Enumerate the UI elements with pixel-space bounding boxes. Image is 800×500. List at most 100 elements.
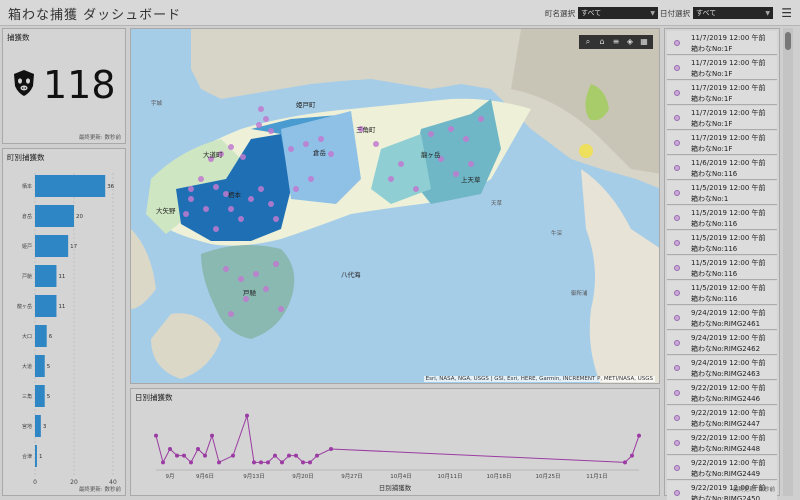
data-point: [175, 453, 179, 458]
bar: [35, 385, 45, 407]
boar-shield-icon: [14, 70, 34, 96]
date-filter[interactable]: 日付選択 すべて ▼: [660, 7, 773, 19]
data-point: [189, 460, 193, 465]
list-item-trap: 箱わなNo:116: [691, 220, 738, 228]
x-tick-label: 10月11日: [438, 473, 463, 480]
x-tick-label: 10月4日: [390, 473, 412, 480]
map-panel[interactable]: 姫戸町 大道町 栖本 倉岳 龍ヶ岳 上天草 大矢野 三角町 宇城 八代海 戸馳 …: [130, 28, 660, 384]
list-item[interactable]: 11/7/2019 12:00 午前 箱わなNo:1F: [667, 131, 777, 155]
trap-point-icon: [674, 65, 680, 71]
map-label: 牛深: [551, 231, 563, 237]
list-item[interactable]: 9/24/2019 12:00 午前 箱わなNo:RIMG2463: [667, 356, 777, 380]
town-filter-label: 町名選択: [545, 8, 575, 18]
list-item-date: 9/22/2019 12:00 午前: [691, 384, 766, 392]
list-item[interactable]: 9/22/2019 12:00 午前 箱わなNo:RIMG2447: [667, 406, 777, 430]
list-item[interactable]: 9/24/2019 12:00 午前 箱わなNo:RIMG2461: [667, 306, 777, 330]
list-item-trap: 箱わなNo:RIMG2450: [691, 495, 761, 500]
category-label: 戸馳: [22, 273, 32, 280]
map-toolbar: ⌕ ⌂ ≡ ◈ ▦: [579, 35, 653, 49]
date-filter-label: 日付選択: [660, 8, 690, 18]
data-point: [273, 453, 277, 458]
list-item-trap: 箱わなNo:1F: [691, 145, 733, 153]
map-attribution: Esri, NASA, NGA, USGS | GSI, Esri, HERE,…: [423, 376, 655, 382]
x-tick-label: 0: [33, 479, 37, 486]
data-point: [210, 433, 214, 438]
list-item[interactable]: 11/6/2019 12:00 午前 箱わなNo:116: [667, 156, 777, 180]
list-item[interactable]: 9/22/2019 12:00 午前 箱わなNo:RIMG2446: [667, 381, 777, 405]
x-tick-label: 10月25日: [536, 473, 561, 480]
app-title: 箱わな捕獲 ダッシュボード: [8, 8, 182, 23]
data-point: [252, 460, 256, 465]
list-item-trap: 箱わなNo:116: [691, 245, 738, 253]
map-canvas[interactable]: [131, 29, 660, 384]
town-chart-panel: 町別捕獲数 0 20 40 栖本 36 倉岳 20 姫戸 17 戸馳 11 龍ヶ岳 11 大口 6 大道 5 三角…: [2, 148, 126, 496]
map-label: 八代海: [341, 271, 361, 279]
list-item-date: 11/6/2019 12:00 午前: [691, 159, 766, 167]
list-item[interactable]: 9/24/2019 12:00 午前 箱わなNo:RIMG2462: [667, 331, 777, 355]
list-item[interactable]: 11/5/2019 12:00 午前 箱わなNo:116: [667, 206, 777, 230]
list-item-date: 11/7/2019 12:00 午前: [691, 84, 766, 92]
layers-icon[interactable]: ◈: [624, 37, 636, 47]
data-point: [287, 453, 291, 458]
data-point: [231, 453, 235, 458]
list-item-trap: 箱わなNo:1F: [691, 70, 733, 78]
map-label: 栖本: [228, 191, 241, 199]
scrollbar-thumb[interactable]: [785, 32, 791, 50]
trap-point-icon: [674, 365, 680, 371]
kpi-panel: 捕獲数 118 最終更新: 数秒前: [2, 28, 126, 144]
trap-point-icon: [674, 190, 680, 196]
list-item-date: 9/22/2019 12:00 午前: [691, 434, 766, 442]
list-item[interactable]: 11/7/2019 12:00 午前 箱わなNo:1F: [667, 31, 777, 55]
trap-point-icon: [674, 140, 680, 146]
town-filter-value: すべて: [581, 9, 602, 17]
bar: [35, 235, 69, 257]
home-icon[interactable]: ⌂: [596, 37, 608, 47]
trap-point-icon: [674, 390, 680, 396]
list-item-trap: 箱わなNo:RIMG2447: [691, 420, 761, 428]
list-item[interactable]: 11/5/2019 12:00 午前 箱わなNo:116: [667, 256, 777, 280]
list-item[interactable]: 9/22/2019 12:00 午前 箱わなNo:RIMG2448: [667, 431, 777, 455]
list-item[interactable]: 9/22/2019 12:00 午前 箱わなNo:RIMG2449: [667, 456, 777, 480]
recent-captures-list: 11/7/2019 12:00 午前 箱わなNo:1F 11/7/2019 12:0…: [664, 28, 780, 500]
bar: [35, 295, 57, 317]
search-icon[interactable]: ⌕: [582, 37, 594, 47]
daily-line-chart: 9月 9月6日 9月13日 9月20日 9月27日 10月4日 10月11日 10月18日 10…: [154, 413, 641, 480]
list-icon[interactable]: ≡: [610, 37, 622, 47]
map-label: 三角町: [356, 126, 376, 134]
data-point: [308, 460, 312, 465]
list-item[interactable]: 11/7/2019 12:00 午前 箱わなNo:1F: [667, 106, 777, 130]
trap-point-icon: [674, 415, 680, 421]
x-tick-label: 9月6日: [196, 473, 214, 480]
list-item[interactable]: 11/5/2019 12:00 午前 箱わなNo:116: [667, 281, 777, 305]
list-item[interactable]: 11/7/2019 12:00 午前 箱わなNo:1F: [667, 56, 777, 80]
map-label: 戸馳: [243, 289, 256, 297]
list-item-date: 9/24/2019 12:00 午前: [691, 334, 766, 342]
menu-icon[interactable]: ☰: [781, 6, 792, 20]
x-tick-label: 20: [70, 479, 78, 486]
value-label: 3: [43, 424, 47, 430]
town-filter[interactable]: 町名選択 すべて ▼: [545, 7, 658, 19]
town-filter-select[interactable]: すべて ▼: [578, 7, 658, 19]
list-item[interactable]: 11/5/2019 12:00 午前 箱わなNo:1: [667, 181, 777, 205]
value-label: 36: [107, 184, 114, 190]
list-item-date: 11/7/2019 12:00 午前: [691, 134, 766, 142]
list-item-trap: 箱わなNo:RIMG2448: [691, 445, 761, 453]
basemap-icon[interactable]: ▦: [638, 37, 650, 47]
list-item[interactable]: 11/5/2019 12:00 午前 箱わなNo:116: [667, 231, 777, 255]
x-tick-label: 9月13日: [243, 473, 265, 480]
list-item-trap: 箱わなNo:RIMG2449: [691, 470, 761, 478]
trap-point-icon: [674, 240, 680, 246]
list-item-trap: 箱わなNo:1F: [691, 95, 733, 103]
list-item[interactable]: 11/7/2019 12:00 午前 箱わなNo:1F: [667, 81, 777, 105]
date-filter-select[interactable]: すべて ▼: [693, 7, 773, 19]
list-item-trap: 箱わなNo:1: [691, 195, 729, 203]
category-label: 龍ヶ岳: [17, 303, 32, 310]
list-item-date: 9/22/2019 12:00 午前: [691, 409, 766, 417]
data-point: [245, 413, 249, 418]
list-scrollbar[interactable]: [783, 28, 793, 496]
x-tick-label: 11月1日: [586, 473, 608, 480]
category-label: 栖本: [22, 183, 32, 190]
town-bar-chart: 0 20 40栖本 36倉岳 20姫戸 17戸馳 11龍ヶ岳 11大口 6大道 5三角 5宮地 3合津…: [17, 173, 117, 486]
list-item-date: 11/5/2019 12:00 午前: [691, 184, 766, 192]
bar: [35, 325, 47, 347]
